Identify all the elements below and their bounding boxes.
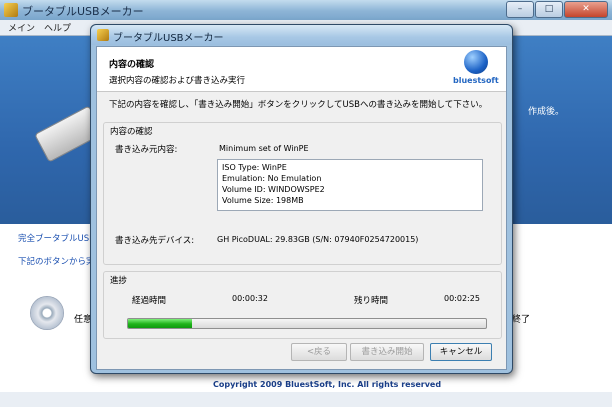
remaining-label: 残り時間 bbox=[354, 296, 389, 306]
start-write-button[interactable]: 書き込み開始 bbox=[350, 343, 424, 361]
dialog-app-icon bbox=[97, 29, 109, 41]
bluestsoft-logo-icon bbox=[464, 50, 488, 74]
dialog-title: ブータブルUSBメーカー bbox=[113, 33, 224, 44]
dialog-header: 内容の確認 選択内容の確認および書き込み実行 bluestsoft bbox=[97, 47, 506, 92]
dialog-title-bar: ブータブルUSBメーカー bbox=[91, 25, 512, 45]
close-button[interactable]: ✕ bbox=[564, 1, 608, 18]
detail-volume-id: Volume ID: WINDOWSPE2 bbox=[222, 185, 325, 194]
back-button[interactable]: <戻る bbox=[291, 343, 347, 361]
elapsed-label: 経過時間 bbox=[132, 296, 167, 306]
minimize-button[interactable]: – bbox=[506, 1, 534, 18]
progress-group: 進捗 経過時間 00:00:32 残り時間 00:02:25 bbox=[103, 271, 502, 339]
app-icon bbox=[4, 3, 18, 17]
detail-volume-size: Volume Size: 198MB bbox=[222, 196, 304, 205]
confirm-group-title: 内容の確認 bbox=[110, 127, 153, 137]
maximize-button[interactable]: □ bbox=[535, 1, 563, 18]
header-subtitle: 選択内容の確認および書き込み実行 bbox=[109, 76, 246, 86]
progress-bar bbox=[127, 318, 487, 329]
detail-emulation: Emulation: No Emulation bbox=[222, 174, 322, 183]
cd-icon[interactable] bbox=[30, 296, 64, 330]
link-full-bootable[interactable]: 完全ブータブルUSB bbox=[18, 232, 95, 244]
menu-main[interactable]: メイン bbox=[8, 21, 35, 34]
instruction-text: 下記の内容を確認し、「書き込み開始」ボタンをクリックしてUSBへの書き込みを開始… bbox=[109, 100, 488, 110]
copyright-text: Copyright 2009 BluestSoft, Inc. All righ… bbox=[213, 380, 442, 389]
dialog-body: 内容の確認 選択内容の確認および書き込み実行 bluestsoft 下記の内容を… bbox=[96, 46, 507, 370]
main-window-title: ブータブルUSBメーカー bbox=[22, 5, 144, 18]
main-title-bar: ブータブルUSBメーカー – □ ✕ bbox=[0, 0, 612, 20]
cancel-button[interactable]: キャンセル bbox=[430, 343, 492, 361]
progress-group-title: 進捗 bbox=[110, 276, 128, 286]
progress-dialog: ブータブルUSBメーカー 内容の確認 選択内容の確認および書き込み実行 blue… bbox=[90, 24, 513, 374]
menu-help[interactable]: ヘルプ bbox=[44, 21, 71, 34]
destination-value: GH PicoDUAL: 29.83GB (S/N: 07940F0254720… bbox=[217, 235, 419, 244]
source-label: 書き込み元内容: bbox=[115, 145, 178, 155]
status-strip bbox=[0, 392, 612, 407]
link-instructions[interactable]: 下記のボタンから実 bbox=[18, 255, 95, 267]
confirm-group: 内容の確認 書き込み元内容: Minimum set of WinPE ISO … bbox=[103, 122, 502, 265]
source-value: Minimum set of WinPE bbox=[219, 144, 309, 153]
banner-text: 作成後。 bbox=[528, 107, 565, 117]
progress-bar-fill bbox=[128, 319, 193, 328]
destination-label: 書き込み先デバイス: bbox=[115, 236, 195, 246]
remaining-value: 00:02:25 bbox=[444, 294, 480, 303]
detail-iso-type: ISO Type: WinPE bbox=[222, 163, 287, 172]
header-title: 内容の確認 bbox=[109, 60, 155, 70]
option-label-right: 終了 bbox=[512, 315, 531, 325]
logo-text: bluestsoft bbox=[453, 76, 499, 85]
window-controls: – □ ✕ bbox=[506, 1, 608, 18]
source-details-box: ISO Type: WinPE Emulation: No Emulation … bbox=[217, 159, 483, 211]
elapsed-value: 00:00:32 bbox=[232, 294, 268, 303]
